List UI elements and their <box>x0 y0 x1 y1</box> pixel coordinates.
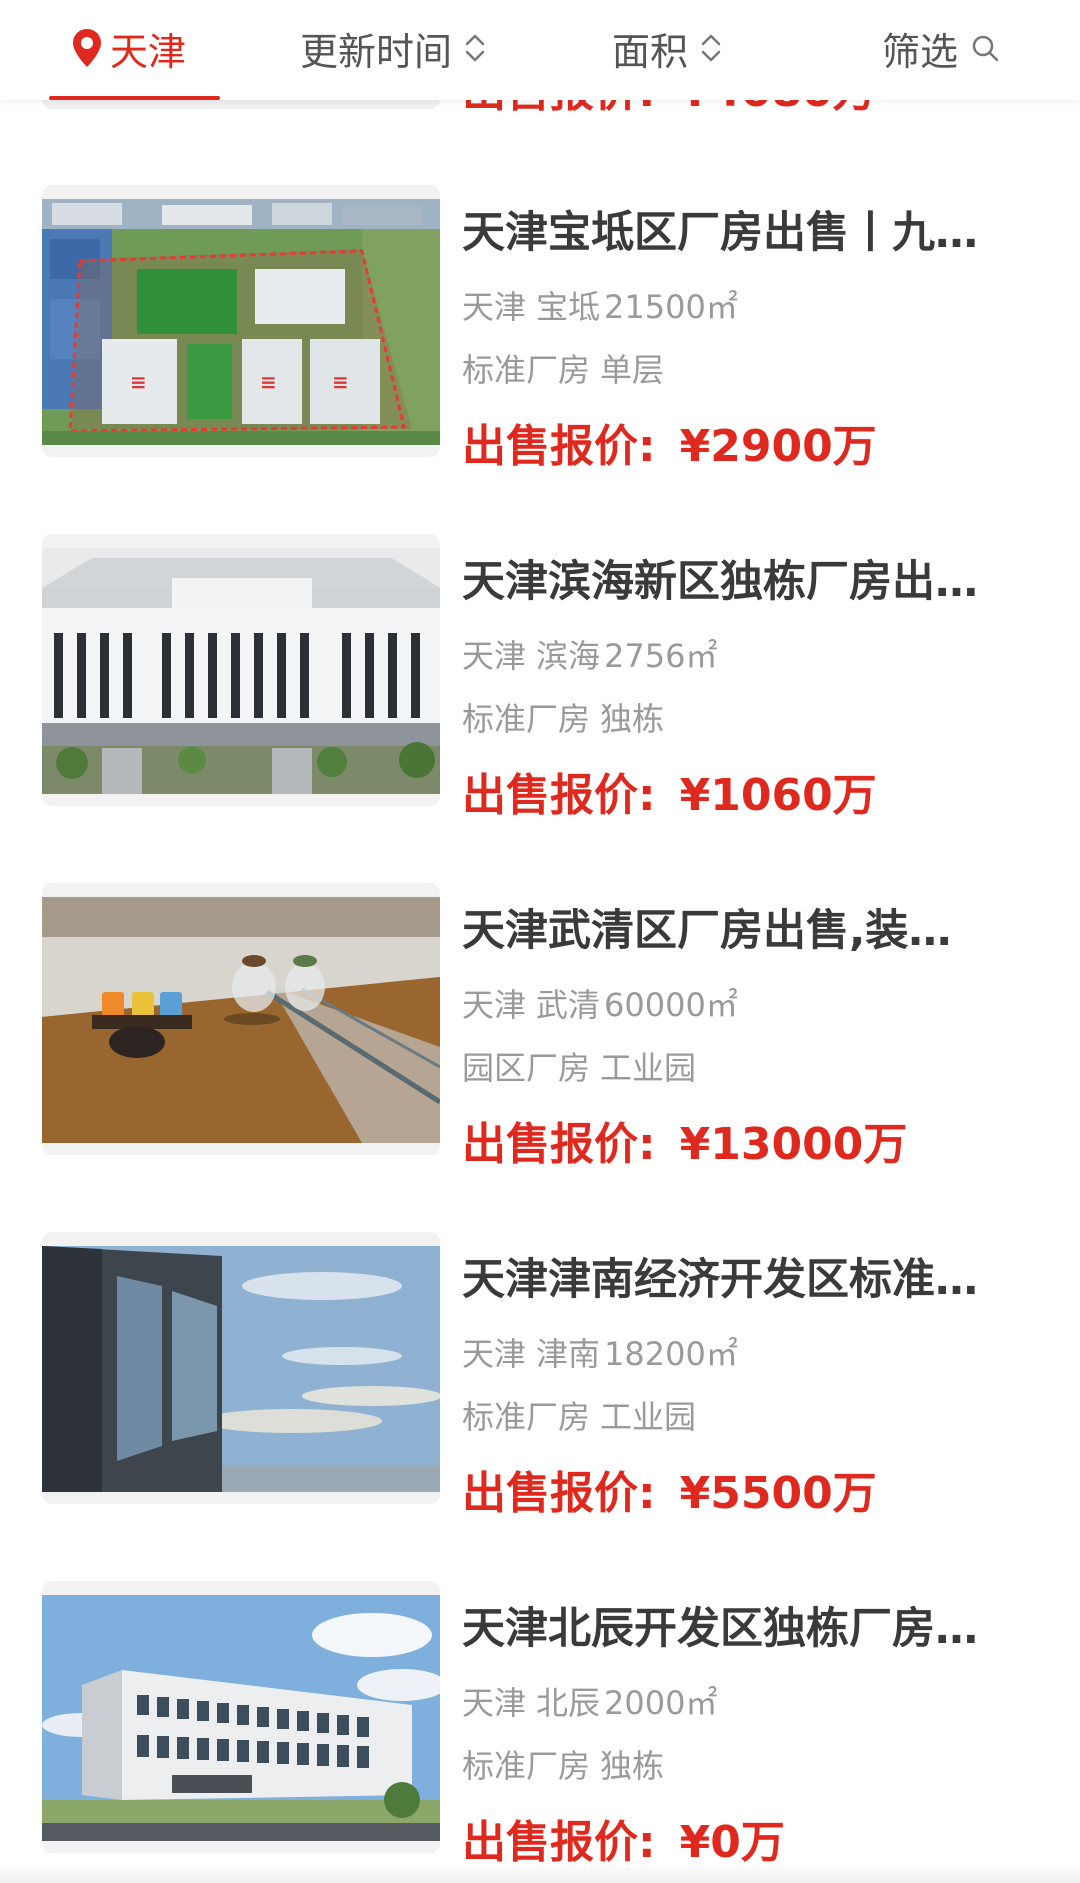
listing-title[interactable]: 天津津南经济开发区标准… <box>462 1250 1002 1310</box>
factory-building-photo <box>42 548 440 794</box>
listing-meta: 天津 津南 18200㎡ <box>462 1329 738 1379</box>
listing-meta: 天津 北辰 2000㎡ <box>462 1678 717 1728</box>
sort-area-label: 面积 <box>612 29 689 74</box>
listing-city: 天津 <box>462 637 527 675</box>
listing-city: 天津 <box>462 288 527 326</box>
bottom-edge <box>0 1862 1080 1883</box>
listing-card[interactable]: 天津北辰开发区独栋厂房… 天津 北辰 2000㎡ 标准厂房 独栋 出售报价: ¥0万 <box>0 1581 1080 1868</box>
tea-set-table-photo <box>42 897 440 1143</box>
listing-price: 出售报价: ¥5500万 <box>462 1464 877 1524</box>
listing-thumbnail[interactable]: ≡ ≡ ≡ <box>42 185 440 457</box>
listing-thumbnail[interactable] <box>42 1232 440 1504</box>
listing-tag: 标准厂房 <box>462 351 591 389</box>
sort-arrows-icon <box>465 34 485 62</box>
listing-tag: 标准厂房 <box>462 1747 591 1785</box>
listing-card[interactable]: 天津武清区厂房出售,装… 天津 武清 60000㎡ 园区厂房 工业园 出售报价: ¥13… <box>0 883 1080 1170</box>
listing-tag: 标准厂房 <box>462 1398 591 1436</box>
listing-card[interactable]: ≡ ≡ ≡ 天津宝坻区厂房出售丨九… 天津 宝坻 21500㎡ 标准厂房 单层 出售报… <box>0 185 1080 472</box>
listing-list[interactable]: 出售报价:¥4080万 <box>0 0 1080 1883</box>
filter-bar: 天津 更新时间 面积 筛选 <box>0 0 1080 100</box>
factory-rendering-photo <box>42 1595 440 1841</box>
sort-by-updated-time[interactable]: 更新时间 <box>300 0 486 96</box>
search-icon <box>972 35 999 62</box>
listing-district: 滨海 <box>536 637 601 675</box>
price-value: ¥13000万 <box>679 1119 908 1170</box>
listing-thumbnail[interactable] <box>42 883 440 1155</box>
listing-tags: 标准厂房 独栋 <box>462 1741 664 1791</box>
listing-city: 天津 <box>462 1684 527 1722</box>
listing-tags: 标准厂房 工业园 <box>462 1392 696 1442</box>
svg-text:≡: ≡ <box>130 370 147 394</box>
listing-tags: 园区厂房 工业园 <box>462 1043 696 1093</box>
listing-title[interactable]: 天津北辰开发区独栋厂房… <box>462 1599 1002 1659</box>
building-facade-sky-photo <box>42 1246 440 1492</box>
listing-tag: 独栋 <box>600 700 665 738</box>
listing-title[interactable]: 天津武清区厂房出售,装… <box>462 901 1002 961</box>
svg-text:≡: ≡ <box>332 370 349 394</box>
listing-tag: 单层 <box>600 351 665 389</box>
price-label: 出售报价: <box>462 1817 656 1868</box>
listing-district: 津南 <box>536 1335 601 1373</box>
listing-tags: 标准厂房 独栋 <box>462 694 664 744</box>
listing-tag: 标准厂房 <box>462 700 591 738</box>
factory-aerial-photo: ≡ ≡ ≡ <box>42 199 440 445</box>
listing-city: 天津 <box>462 1335 527 1373</box>
listing-area: 21500㎡ <box>604 288 738 326</box>
app-screen: 出售报价:¥4080万 <box>0 0 1080 1883</box>
listing-city: 天津 <box>462 986 527 1024</box>
listing-tag: 工业园 <box>600 1398 697 1436</box>
listing-card[interactable]: 天津滨海新区独栋厂房出… 天津 滨海 2756㎡ 标准厂房 独栋 出售报价: ¥1060… <box>0 534 1080 821</box>
listing-card[interactable]: 天津津南经济开发区标准… 天津 津南 18200㎡ 标准厂房 工业园 出售报价: ¥55… <box>0 1232 1080 1519</box>
price-label: 出售报价: <box>462 1119 656 1170</box>
city-label: 天津 <box>110 29 187 74</box>
sort-arrows-icon <box>701 34 721 62</box>
listing-thumbnail[interactable] <box>42 1581 440 1853</box>
filter-button[interactable]: 筛选 <box>882 0 1000 96</box>
listing-district: 宝坻 <box>536 288 601 326</box>
price-value: ¥5500万 <box>679 1468 877 1519</box>
listing-area: 60000㎡ <box>604 986 738 1024</box>
sort-by-area[interactable]: 面积 <box>612 0 722 96</box>
listing-title[interactable]: 天津宝坻区厂房出售丨九… <box>462 203 1002 263</box>
sort-updated-label: 更新时间 <box>300 29 453 74</box>
listing-meta: 天津 宝坻 21500㎡ <box>462 282 738 332</box>
listing-area: 18200㎡ <box>604 1335 738 1373</box>
city-selector[interactable]: 天津 <box>72 0 186 96</box>
listing-tag: 园区厂房 <box>462 1049 591 1087</box>
listing-title[interactable]: 天津滨海新区独栋厂房出… <box>462 552 1002 612</box>
svg-text:≡: ≡ <box>260 370 277 394</box>
listing-thumbnail[interactable] <box>42 534 440 806</box>
price-value: ¥1060万 <box>679 770 877 821</box>
listing-meta: 天津 武清 60000㎡ <box>462 980 738 1030</box>
price-value: ¥0万 <box>679 1817 785 1868</box>
price-label: 出售报价: <box>462 1468 656 1519</box>
listing-price: 出售报价: ¥2900万 <box>462 417 877 477</box>
listing-area: 2756㎡ <box>604 637 718 675</box>
listing-price: 出售报价: ¥13000万 <box>462 1115 907 1175</box>
listing-price: 出售报价: ¥1060万 <box>462 766 877 826</box>
location-pin-icon <box>73 29 101 67</box>
listing-district: 北辰 <box>536 1684 601 1722</box>
price-label: 出售报价: <box>462 770 656 821</box>
listing-area: 2000㎡ <box>604 1684 718 1722</box>
filter-label: 筛选 <box>882 29 959 74</box>
listing-district: 武清 <box>536 986 601 1024</box>
price-value: ¥2900万 <box>679 421 877 472</box>
listing-tag: 工业园 <box>600 1049 697 1087</box>
listing-meta: 天津 滨海 2756㎡ <box>462 631 717 681</box>
listing-tags: 标准厂房 单层 <box>462 345 664 395</box>
price-label: 出售报价: <box>462 421 656 472</box>
listing-tag: 独栋 <box>600 1747 665 1785</box>
active-tab-indicator <box>49 96 220 100</box>
